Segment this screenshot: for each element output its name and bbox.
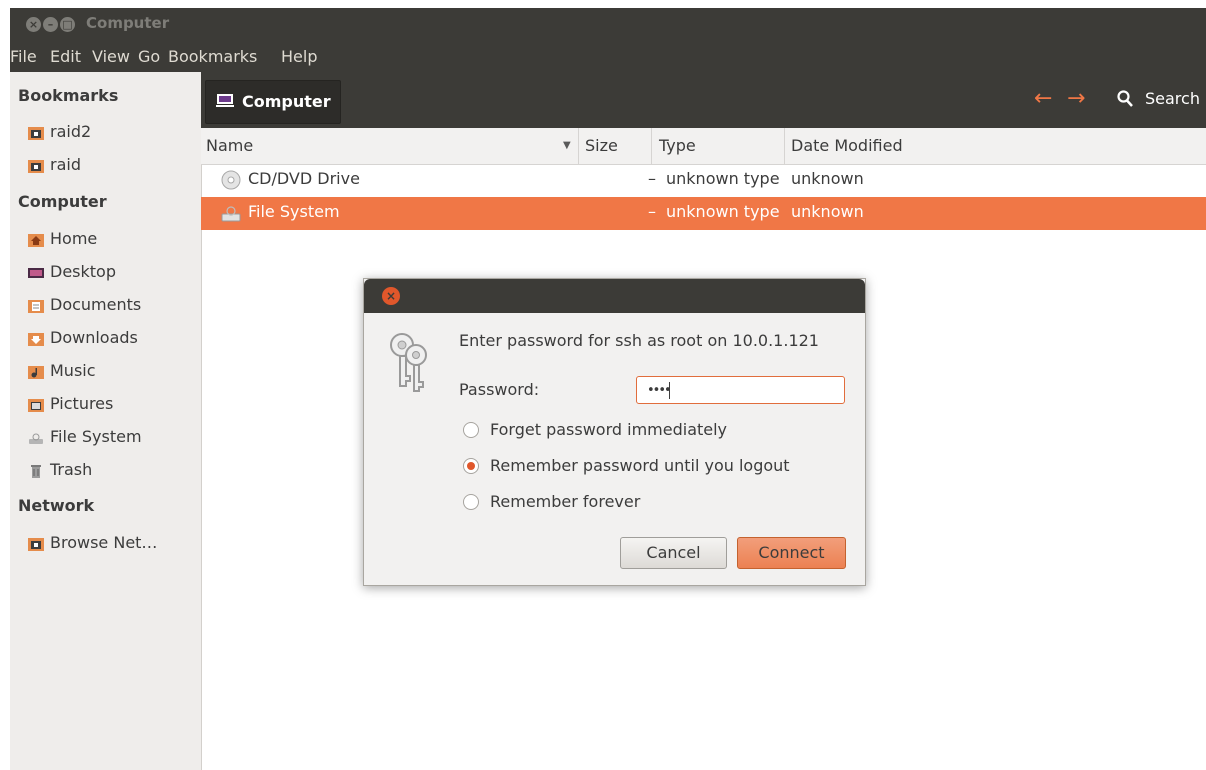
- connect-button[interactable]: Connect: [737, 537, 846, 569]
- downloads-folder-icon: [28, 333, 44, 346]
- sidebar-heading-network: Network: [18, 496, 95, 515]
- places-sidebar: Bookmarks raid2 raid Computer Home Deskt…: [10, 72, 202, 770]
- radio-label-remember-forever: Remember forever: [490, 492, 641, 511]
- file-row-cd-dvd-drive[interactable]: CD/DVD Drive – unknown type unknown: [201, 164, 1206, 197]
- sidebar-item-label: Home: [50, 229, 98, 248]
- password-dialog: × Enter password for ssh as root on 10.0…: [363, 278, 866, 586]
- menu-view[interactable]: View: [92, 47, 130, 66]
- file-size: –: [648, 202, 656, 221]
- sidebar-heading-bookmarks: Bookmarks: [18, 86, 119, 105]
- sidebar-item-label: Pictures: [50, 394, 114, 413]
- window-minimize-button[interactable]: –: [43, 17, 58, 32]
- harddisk-icon: [221, 206, 241, 222]
- sidebar-item-label: Documents: [50, 295, 142, 314]
- sidebar-item-label: File System: [50, 427, 142, 446]
- sidebar-item-label: raid2: [50, 122, 92, 141]
- documents-folder-icon: [28, 300, 44, 313]
- sidebar-heading-computer: Computer: [18, 192, 107, 211]
- window-close-button[interactable]: ×: [26, 17, 41, 32]
- sidebar-item-label: Music: [50, 361, 96, 380]
- password-label: Password:: [459, 380, 540, 399]
- computer-icon: [216, 94, 234, 107]
- radio-label-remember-until-logout: Remember password until you logout: [490, 456, 790, 475]
- close-icon: ×: [385, 289, 397, 303]
- file-manager-window: × – □ Computer File Edit View Go Bookmar…: [10, 8, 1206, 770]
- menu-help[interactable]: Help: [281, 47, 317, 66]
- cancel-button[interactable]: Cancel: [620, 537, 727, 569]
- location-button-computer[interactable]: Computer: [205, 80, 341, 124]
- title-bar: × – □ Computer: [10, 8, 1206, 40]
- menu-edit[interactable]: Edit: [50, 47, 81, 66]
- dialog-message: Enter password for ssh as root on 10.0.1…: [459, 331, 819, 350]
- keys-icon: [390, 333, 427, 392]
- column-header-type[interactable]: Type: [652, 128, 785, 164]
- search-icon[interactable]: [1117, 90, 1133, 108]
- dialog-close-button[interactable]: ×: [382, 287, 400, 305]
- file-type: unknown type: [666, 169, 780, 188]
- optical-drive-icon: [221, 170, 241, 190]
- file-type: unknown type: [666, 202, 780, 221]
- harddisk-icon: [29, 433, 43, 444]
- back-arrow-icon[interactable]: ←: [1034, 86, 1052, 111]
- menu-bookmarks[interactable]: Bookmarks: [168, 47, 257, 66]
- radio-remember-until-logout[interactable]: [462, 457, 480, 475]
- radio-label-forget-immediately: Forget password immediately: [490, 420, 728, 439]
- sidebar-item-label: Downloads: [50, 328, 138, 347]
- column-header-label: Name: [206, 136, 254, 155]
- pictures-folder-icon: [28, 399, 44, 412]
- text-cursor: [669, 382, 670, 399]
- window-title: Computer: [86, 14, 170, 32]
- column-header-date-modified[interactable]: Date Modified: [785, 128, 1206, 164]
- file-size: –: [648, 169, 656, 188]
- close-icon: ×: [28, 18, 39, 31]
- minimize-icon: –: [47, 18, 54, 31]
- desktop-icon: [28, 268, 44, 278]
- sort-descending-icon: ▼: [563, 140, 571, 151]
- menu-file[interactable]: File: [10, 47, 37, 66]
- location-label: Computer: [242, 92, 331, 111]
- file-name: File System: [248, 202, 340, 221]
- music-folder-icon: [28, 366, 44, 379]
- radio-forget-immediately[interactable]: [462, 421, 480, 439]
- sidebar-item-label: raid: [50, 155, 81, 174]
- file-date-modified: unknown: [791, 169, 864, 188]
- menu-bar: File Edit View Go Bookmarks Help: [10, 40, 1206, 72]
- file-date-modified: unknown: [791, 202, 864, 221]
- sidebar-item-label: Trash: [50, 460, 93, 479]
- sidebar-item-label: Browse Net…: [50, 533, 158, 552]
- network-folder-icon: [28, 160, 44, 173]
- menu-go[interactable]: Go: [138, 47, 160, 66]
- radio-remember-forever[interactable]: [462, 493, 480, 511]
- dialog-title-bar: ×: [364, 279, 865, 313]
- forward-arrow-icon[interactable]: →: [1067, 86, 1085, 111]
- file-name: CD/DVD Drive: [248, 169, 360, 188]
- toolbar: Computer ← → Search: [201, 72, 1206, 128]
- trash-icon: [31, 465, 41, 478]
- desktop-edge: [0, 0, 10, 770]
- sidebar-item-label: Desktop: [50, 262, 116, 281]
- network-icon: [28, 538, 44, 551]
- column-header-name[interactable]: Name ▼: [201, 128, 579, 164]
- window-maximize-button[interactable]: □: [60, 17, 75, 32]
- column-header-bar: Name ▼ Size Type Date Modified: [201, 128, 1206, 165]
- maximize-icon: □: [62, 18, 73, 31]
- network-folder-icon: [28, 127, 44, 140]
- search-button-label[interactable]: Search: [1145, 89, 1200, 108]
- password-input[interactable]: [636, 376, 845, 404]
- home-folder-icon: [28, 234, 44, 247]
- column-header-size[interactable]: Size: [579, 128, 652, 164]
- file-row-file-system[interactable]: File System – unknown type unknown: [201, 197, 1206, 230]
